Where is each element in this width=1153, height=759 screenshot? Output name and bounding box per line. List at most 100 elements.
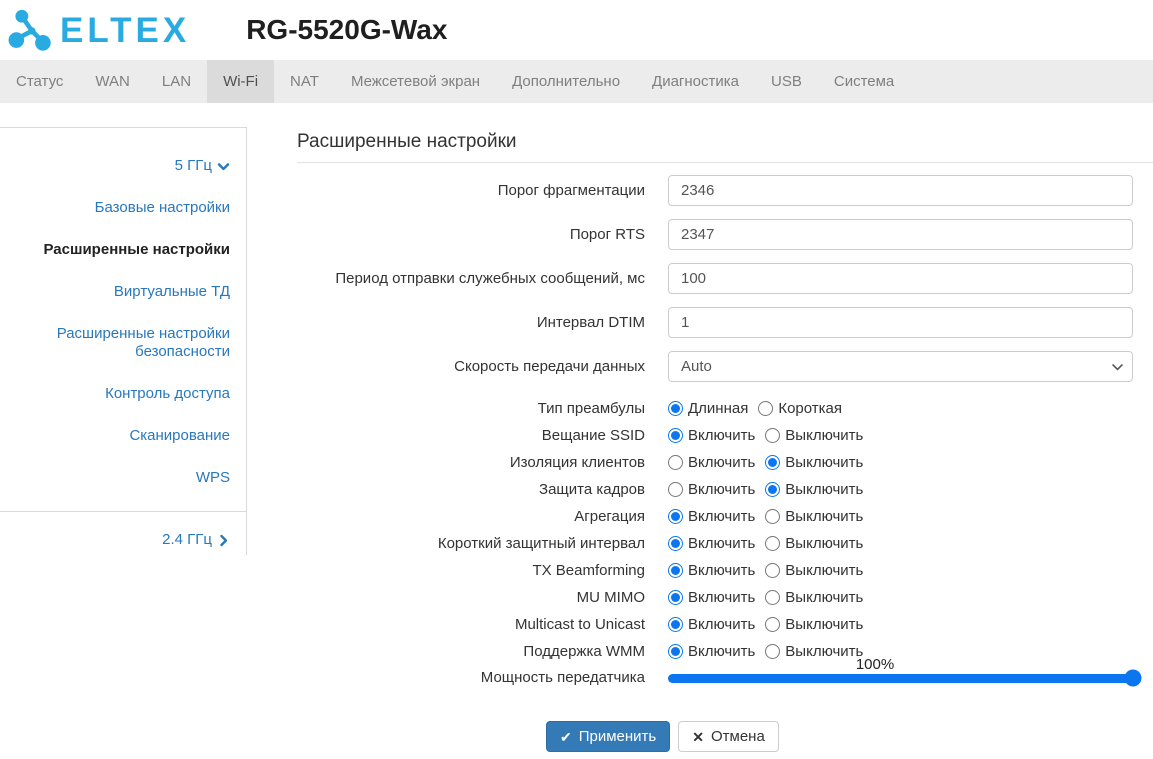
- dtim-interval-input[interactable]: [668, 307, 1133, 338]
- nav-tab-status[interactable]: Статус: [0, 60, 79, 103]
- eltex-logo-icon: [8, 8, 54, 52]
- wmm-support-option-2[interactable]: Выключить: [765, 643, 863, 660]
- tx-power-slider-thumb[interactable]: [1125, 670, 1142, 687]
- preamble-type-label: Тип преамбулы: [297, 400, 668, 418]
- fragmentation-threshold-input[interactable]: [668, 175, 1133, 206]
- data-rate-field: Auto: [668, 351, 1133, 382]
- short-guard-interval-radio-2[interactable]: [765, 536, 780, 551]
- ssid-broadcast-radio-1[interactable]: [668, 428, 683, 443]
- close-icon: ✕: [692, 730, 704, 744]
- mu-mimo-option-1[interactable]: Включить: [668, 589, 755, 606]
- wmm-support-radio-2[interactable]: [765, 644, 780, 659]
- form-row-tx-beamforming: TX BeamformingВключитьВыключить: [297, 557, 1153, 584]
- frame-protection-radio-2[interactable]: [765, 482, 780, 497]
- wmm-support-option-1[interactable]: Включить: [668, 643, 755, 660]
- multicast-to-unicast-radio-1[interactable]: [668, 617, 683, 632]
- preamble-type-option-2[interactable]: Короткая: [758, 400, 842, 417]
- nav-tab-wan[interactable]: WAN: [79, 60, 145, 103]
- nav-tab-wifi[interactable]: Wi-Fi: [207, 60, 274, 103]
- sidebar-item-access-control[interactable]: Контроль доступа: [0, 385, 230, 403]
- nav-tabs: СтатусWANLANWi-FiNATМежсетевой экранДопо…: [0, 60, 1153, 103]
- short-guard-interval-option-label-1: Включить: [688, 535, 755, 552]
- aggregation-option-1[interactable]: Включить: [668, 508, 755, 525]
- multicast-to-unicast-option-2[interactable]: Выключить: [765, 616, 863, 633]
- client-isolation-radio-1[interactable]: [668, 455, 683, 470]
- tx-power-slider[interactable]: [668, 674, 1133, 683]
- frame-protection-option-1[interactable]: Включить: [668, 481, 755, 498]
- multicast-to-unicast-field: Включить Выключить: [668, 616, 1133, 633]
- apply-button[interactable]: ✔ Применить: [546, 721, 670, 752]
- tx-power-value: 100%: [856, 656, 894, 673]
- wmm-support-option-label-1: Включить: [688, 643, 755, 660]
- wmm-support-radio-1[interactable]: [668, 644, 683, 659]
- short-guard-interval-option-1[interactable]: Включить: [668, 535, 755, 552]
- mu-mimo-radio-1[interactable]: [668, 590, 683, 605]
- mu-mimo-radio-2[interactable]: [765, 590, 780, 605]
- mu-mimo-field: Включить Выключить: [668, 589, 1133, 606]
- ssid-broadcast-label: Вещание SSID: [297, 427, 668, 445]
- data-rate-select[interactable]: Auto: [668, 351, 1133, 382]
- preamble-type-radio-1[interactable]: [668, 401, 683, 416]
- tx-beamforming-option-2[interactable]: Выключить: [765, 562, 863, 579]
- nav-tab-diagnostics[interactable]: Диагностика: [636, 60, 755, 103]
- rts-threshold-input[interactable]: [668, 219, 1133, 250]
- wmm-support-label: Поддержка WMM: [297, 643, 668, 661]
- sidebar-item-wps[interactable]: WPS: [0, 469, 230, 487]
- tx-power-field: 100%: [668, 674, 1133, 683]
- sidebar-item-advanced-security[interactable]: Расширенные настройки безопасности: [0, 325, 230, 361]
- nav-tab-lan[interactable]: LAN: [146, 60, 207, 103]
- aggregation-radio-2[interactable]: [765, 509, 780, 524]
- aggregation-label: Агрегация: [297, 508, 668, 526]
- ssid-broadcast-option-2[interactable]: Выключить: [765, 427, 863, 444]
- aggregation-radio-1[interactable]: [668, 509, 683, 524]
- sidebar-item-virtual-ap[interactable]: Виртуальные ТД: [0, 283, 230, 301]
- preamble-type-field: Длинная Короткая: [668, 400, 1133, 417]
- sidebar-band-24ghz[interactable]: 2.4 ГГц: [0, 512, 230, 549]
- short-guard-interval-radio-1[interactable]: [668, 536, 683, 551]
- client-isolation-radio-2[interactable]: [765, 455, 780, 470]
- ssid-broadcast-radio-2[interactable]: [765, 428, 780, 443]
- settings-form: Порог фрагментацииПорог RTSПериод отправ…: [297, 175, 1153, 687]
- tx-beamforming-radio-1[interactable]: [668, 563, 683, 578]
- mu-mimo-option-2[interactable]: Выключить: [765, 589, 863, 606]
- beacon-interval-field: [668, 263, 1133, 294]
- short-guard-interval-option-label-2: Выключить: [785, 535, 863, 552]
- sidebar: 5 ГГц Базовые настройки Расширенные настр…: [0, 127, 247, 555]
- main-panel: Расширенные настройки Порог фрагментации…: [247, 103, 1153, 752]
- multicast-to-unicast-radio-2[interactable]: [765, 617, 780, 632]
- brand-text: ELTEX: [60, 13, 190, 48]
- client-isolation-option-2[interactable]: Выключить: [765, 454, 863, 471]
- frame-protection-radio-1[interactable]: [668, 482, 683, 497]
- fragmentation-threshold-label: Порог фрагментации: [297, 182, 668, 200]
- multicast-to-unicast-option-1[interactable]: Включить: [668, 616, 755, 633]
- nav-tab-firewall[interactable]: Межсетевой экран: [335, 60, 496, 103]
- tx-beamforming-radio-2[interactable]: [765, 563, 780, 578]
- nav-tab-system[interactable]: Система: [818, 60, 910, 103]
- cancel-button[interactable]: ✕ Отмена: [678, 721, 779, 752]
- mu-mimo-label: MU MIMO: [297, 589, 668, 607]
- aggregation-option-2[interactable]: Выключить: [765, 508, 863, 525]
- nav-tab-advanced[interactable]: Дополнительно: [496, 60, 636, 103]
- eltex-logo[interactable]: ELTEX: [8, 8, 190, 52]
- sidebar-band-5ghz[interactable]: 5 ГГц: [0, 157, 230, 175]
- sidebar-item-advanced-settings[interactable]: Расширенные настройки: [0, 241, 230, 259]
- tx-beamforming-option-1[interactable]: Включить: [668, 562, 755, 579]
- form-row-dtim-interval: Интервал DTIM: [297, 307, 1153, 338]
- ssid-broadcast-option-1[interactable]: Включить: [668, 427, 755, 444]
- nav-tab-usb[interactable]: USB: [755, 60, 818, 103]
- content-layout: 5 ГГц Базовые настройки Расширенные настр…: [0, 103, 1153, 752]
- client-isolation-option-1[interactable]: Включить: [668, 454, 755, 471]
- short-guard-interval-option-2[interactable]: Выключить: [765, 535, 863, 552]
- sidebar-item-basic-settings[interactable]: Базовые настройки: [0, 199, 230, 217]
- preamble-type-option-1[interactable]: Длинная: [668, 400, 748, 417]
- form-actions: ✔ Применить ✕ Отмена: [546, 721, 1153, 752]
- preamble-type-radio-2[interactable]: [758, 401, 773, 416]
- beacon-interval-input[interactable]: [668, 263, 1133, 294]
- form-row-tx-power: Мощность передатчика100%: [297, 669, 1153, 687]
- multicast-to-unicast-option-label-2: Выключить: [785, 616, 863, 633]
- client-isolation-option-label-2: Выключить: [785, 454, 863, 471]
- sidebar-item-scanning[interactable]: Сканирование: [0, 427, 230, 445]
- chevron-right-icon: [217, 534, 230, 547]
- frame-protection-option-2[interactable]: Выключить: [765, 481, 863, 498]
- nav-tab-nat[interactable]: NAT: [274, 60, 335, 103]
